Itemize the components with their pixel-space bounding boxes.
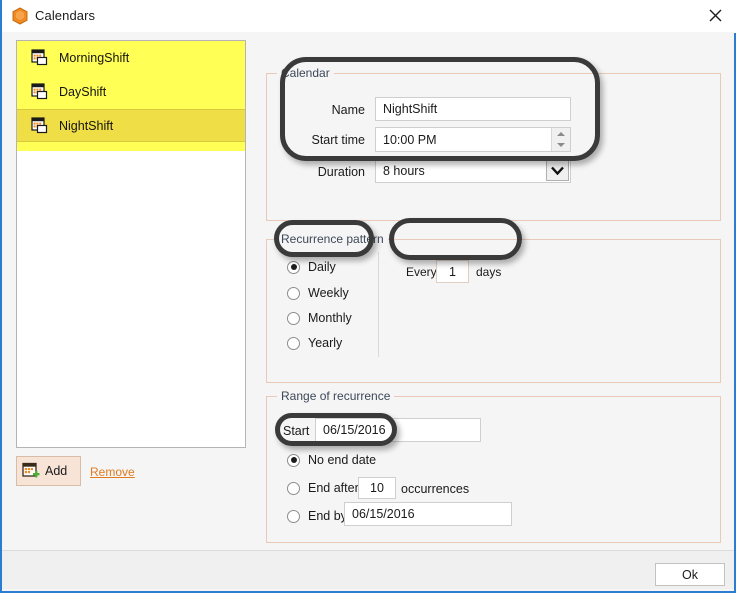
spinner-up-icon[interactable] xyxy=(552,128,570,140)
radio-no-end-date-label: No end date xyxy=(308,453,377,467)
footer-bar xyxy=(2,551,734,589)
calendars-list[interactable]: MorningShift DayShift NightShift xyxy=(16,40,246,448)
name-label: Name xyxy=(331,103,365,117)
start-time-value: 10:00 PM xyxy=(383,132,437,147)
radio-no-end-date-indicator[interactable] xyxy=(287,453,300,467)
add-button[interactable]: Add xyxy=(16,456,81,486)
radio-yearly-indicator[interactable] xyxy=(287,336,300,350)
radio-daily-label: Daily xyxy=(308,260,336,274)
name-input[interactable]: NightShift xyxy=(375,97,571,121)
radio-yearly[interactable]: Yearly xyxy=(287,336,342,350)
list-item[interactable]: DayShift xyxy=(17,75,245,108)
radio-yearly-label: Yearly xyxy=(308,336,343,350)
start-time-label: Start time xyxy=(311,133,366,147)
title-bar: Calendars xyxy=(2,0,736,33)
end-after-occurrences-input[interactable]: 10 xyxy=(358,477,396,499)
list-item-label: DayShift xyxy=(59,84,107,99)
range-of-recurrence-group-title: Range of recurrence xyxy=(277,389,395,403)
start-time-spinner[interactable] xyxy=(551,128,570,151)
add-button-label: Add xyxy=(45,464,68,478)
radio-end-by[interactable]: End by: xyxy=(287,509,350,523)
start-time-input[interactable]: 10:00 PM xyxy=(375,127,571,152)
dialog-body: MorningShift DayShift NightShift Add Rem… xyxy=(2,32,734,589)
app-hexagon-icon xyxy=(11,7,29,25)
close-icon[interactable] xyxy=(693,0,736,30)
start-date-label: Start xyxy=(283,424,310,438)
chevron-down-icon[interactable] xyxy=(546,160,569,181)
every-label: Every xyxy=(406,265,437,279)
radio-no-end-date[interactable]: No end date xyxy=(287,453,376,467)
calendar-icon xyxy=(31,49,48,66)
calendar-icon xyxy=(31,83,48,100)
spinner-down-icon[interactable] xyxy=(552,140,570,152)
recurrence-pattern-group-title: Recurrence pattern xyxy=(277,232,388,246)
occurrences-label: occurrences xyxy=(401,482,470,496)
radio-weekly[interactable]: Weekly xyxy=(287,286,349,300)
calendar-icon xyxy=(31,117,48,134)
list-item[interactable]: MorningShift xyxy=(17,41,245,74)
pattern-divider xyxy=(378,252,379,357)
radio-weekly-label: Weekly xyxy=(308,286,349,300)
radio-end-after-label: End after: xyxy=(308,481,363,495)
every-days-input[interactable]: 1 xyxy=(436,260,469,283)
radio-daily[interactable]: Daily xyxy=(287,260,336,274)
radio-end-by-indicator[interactable] xyxy=(287,509,300,523)
start-date-input[interactable]: 06/15/2016 xyxy=(315,418,481,442)
duration-label: Duration xyxy=(317,165,365,179)
radio-end-after-indicator[interactable] xyxy=(287,481,300,495)
calendar-add-icon xyxy=(22,462,40,480)
radio-monthly-indicator[interactable] xyxy=(287,311,300,325)
radio-monthly[interactable]: Monthly xyxy=(287,311,352,325)
list-item[interactable]: NightShift xyxy=(17,109,245,142)
radio-daily-indicator[interactable] xyxy=(287,260,300,274)
radio-monthly-label: Monthly xyxy=(308,311,352,325)
radio-end-after[interactable]: End after: xyxy=(287,481,362,495)
list-item-label: NightShift xyxy=(59,118,114,133)
list-item-label: MorningShift xyxy=(59,50,130,65)
radio-weekly-indicator[interactable] xyxy=(287,286,300,300)
calendar-group-title: Calendar xyxy=(277,66,334,80)
duration-combobox[interactable]: 8 hours xyxy=(375,158,571,183)
duration-value: 8 hours xyxy=(383,163,425,178)
remove-link[interactable]: Remove xyxy=(90,465,135,479)
window-title: Calendars xyxy=(35,8,96,23)
ok-button[interactable]: Ok xyxy=(655,563,725,586)
end-by-date-input[interactable]: 06/15/2016 xyxy=(344,502,512,526)
calendars-dialog: Calendars MorningShift DayShift NightShi… xyxy=(0,0,736,593)
days-label: days xyxy=(476,265,502,279)
